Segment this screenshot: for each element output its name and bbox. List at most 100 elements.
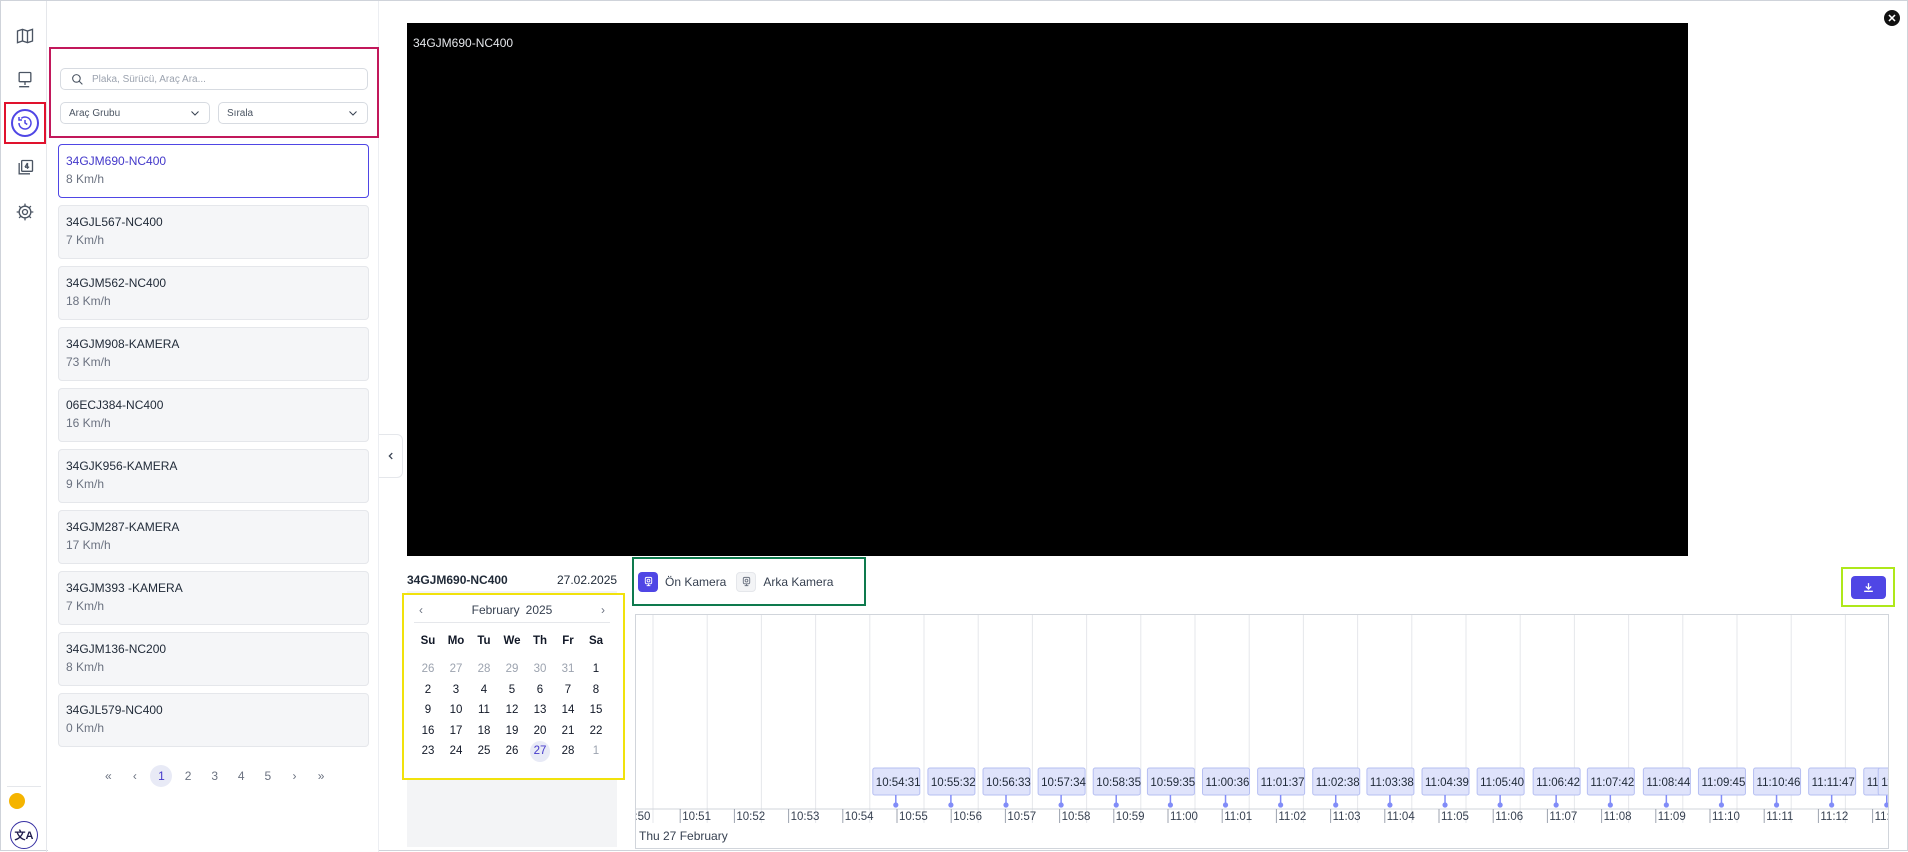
prev-month-button[interactable]: ‹ (414, 603, 428, 617)
vehicle-item[interactable]: 34GJM690-NC400 8 Km/h (58, 144, 369, 198)
timeline-axis-label: 11:13 (1875, 811, 1889, 823)
calendar-day[interactable]: 20 (526, 721, 554, 742)
calendar-day[interactable]: 26 (414, 659, 442, 680)
video-timeline[interactable]: 0:50 10:51 10:52 10:53 10:54 10:55 10:56 10:57 1… (635, 614, 1889, 849)
timeline-clip-label: 10:55:32 (931, 777, 976, 789)
vehicle-item[interactable]: 34GJM393 -KAMERA 7 Km/h (58, 571, 369, 625)
calendar-day[interactable]: 2 (414, 680, 442, 701)
monitor-icon[interactable] (12, 67, 38, 93)
calendar-day[interactable]: 6 (526, 680, 554, 701)
vehicle-item[interactable]: 34GJL567-NC400 7 Km/h (58, 205, 369, 259)
video-player[interactable]: 34GJM690-NC400 (407, 23, 1688, 556)
calendar-day[interactable]: 5 (498, 680, 526, 701)
rear-camera-option[interactable]: Arka Kamera (736, 571, 837, 592)
calendar-year[interactable]: 2025 (526, 603, 553, 617)
map-icon[interactable] (12, 23, 38, 49)
calendar-day[interactable]: 27 (442, 659, 470, 680)
calendar-day[interactable]: 7 (554, 680, 582, 701)
vehicle-item[interactable]: 34GJM908-KAMERA 73 Km/h (58, 327, 369, 381)
calendar-day[interactable]: 27 (530, 741, 550, 762)
calendar-day[interactable]: 17 (442, 721, 470, 742)
page-button[interactable]: 4 (228, 765, 255, 787)
calendar-day[interactable]: 24 (442, 741, 470, 762)
language-label: 文A (14, 830, 34, 842)
layers-four-icon[interactable] (12, 155, 38, 181)
calendar-day[interactable]: 29 (498, 659, 526, 680)
next-month-button[interactable]: › (596, 603, 610, 617)
timeline-clip-label: 11:05:40 (1480, 777, 1524, 789)
timeline-clip-label: 10:58:35 (1096, 777, 1141, 789)
calendar-day[interactable]: 9 (414, 700, 442, 721)
calendar-day[interactable]: 28 (554, 741, 582, 762)
search-input[interactable] (92, 73, 352, 85)
calendar-day[interactable]: 4 (470, 680, 498, 701)
calendar-day[interactable]: 14 (554, 700, 582, 721)
timeline-clip-marker (1884, 802, 1888, 808)
next-page-button[interactable]: › (281, 765, 308, 787)
calendar-day[interactable]: 31 (554, 659, 582, 680)
front-camera-option[interactable]: Ön Kamera (638, 571, 730, 592)
page-button[interactable]: 2 (175, 765, 202, 787)
calendar-day[interactable]: 28 (470, 659, 498, 680)
search-box[interactable] (60, 68, 368, 90)
vehicle-item[interactable]: 34GJM136-NC200 8 Km/h (58, 632, 369, 686)
calendar-day[interactable]: 19 (498, 721, 526, 742)
download-icon (1863, 582, 1873, 592)
timeline-clip-marker (1663, 802, 1669, 808)
timeline-clip-marker (1333, 802, 1339, 808)
collapse-panel-button[interactable] (379, 434, 403, 478)
video-title: 34GJM690-NC400 (413, 36, 514, 50)
calendar-day[interactable]: 30 (526, 659, 554, 680)
page-button[interactable]: 3 (201, 765, 228, 787)
timeline-axis-label: 11:01 (1224, 811, 1252, 823)
history-clock-icon (11, 109, 39, 137)
calendar-day[interactable]: 1 (582, 659, 610, 680)
vehicle-plate: 34GJL567-NC400 (66, 215, 163, 229)
vehicle-item[interactable]: 34GJL579-NC400 0 Km/h (58, 693, 369, 747)
timeline-clip-label: 11:11:47 (1812, 777, 1855, 789)
timeline-clip-marker (1718, 802, 1725, 808)
sort-select[interactable]: Sırala (218, 102, 368, 124)
language-switch-icon[interactable]: 文A (10, 821, 38, 849)
calendar-day[interactable]: 25 (470, 741, 498, 762)
timeline-axis-label: 11:11 (1766, 811, 1793, 823)
sun-theme-icon[interactable] (9, 793, 25, 809)
vehicle-item[interactable]: 06ECJ384-NC400 16 Km/h (58, 388, 369, 442)
calendar-day[interactable]: 16 (414, 721, 442, 742)
calendar-month[interactable]: February (472, 603, 520, 617)
vehicle-speed: 8 Km/h (66, 660, 105, 674)
calendar-day[interactable]: 21 (554, 721, 582, 742)
close-icon[interactable]: ✕ (1884, 10, 1900, 26)
first-page-button[interactable]: « (95, 765, 122, 787)
calendar-day[interactable]: 8 (582, 680, 610, 701)
vehicle-item[interactable]: 34GJM287-KAMERA 17 Km/h (58, 510, 369, 564)
calendar-day[interactable]: 1 (582, 741, 610, 762)
calendar-day[interactable]: 22 (582, 721, 610, 742)
calendar-day[interactable]: 18 (470, 721, 498, 742)
timeline-clip-label: 10:57:34 (1041, 777, 1086, 789)
calendar-day[interactable]: 10 (442, 700, 470, 721)
vehicle-group-select[interactable]: Araç Grubu (60, 102, 210, 124)
calendar-day[interactable]: 13 (526, 700, 554, 721)
calendar-day[interactable]: 11 (470, 700, 498, 721)
page-button[interactable]: 5 (255, 765, 282, 787)
download-button[interactable] (1850, 575, 1886, 599)
icon-rail: 文A (1, 1, 47, 852)
gear-icon[interactable] (12, 199, 38, 225)
calendar-day[interactable]: 3 (442, 680, 470, 701)
front-camera-icon (638, 571, 658, 592)
history-nav-active[interactable] (4, 102, 46, 144)
calendar-day[interactable]: 15 (582, 700, 610, 721)
prev-page-button[interactable]: ‹ (122, 765, 149, 787)
calendar-day[interactable]: 23 (414, 741, 442, 762)
filter-section: Araç Grubu Sırala (49, 47, 379, 138)
last-page-button[interactable]: » (308, 765, 335, 787)
vehicle-speed: 73 Km/h (66, 355, 111, 369)
calendar-day[interactable]: 26 (498, 741, 526, 762)
vehicle-item[interactable]: 34GJM562-NC400 18 Km/h (58, 266, 369, 320)
vehicle-item[interactable]: 34GJK956-KAMERA 9 Km/h (58, 449, 369, 503)
page-button[interactable]: 1 (150, 765, 173, 787)
rear-camera-icon (736, 571, 757, 592)
calendar-day[interactable]: 12 (498, 700, 526, 721)
vehicle-speed: 0 Km/h (66, 721, 105, 735)
